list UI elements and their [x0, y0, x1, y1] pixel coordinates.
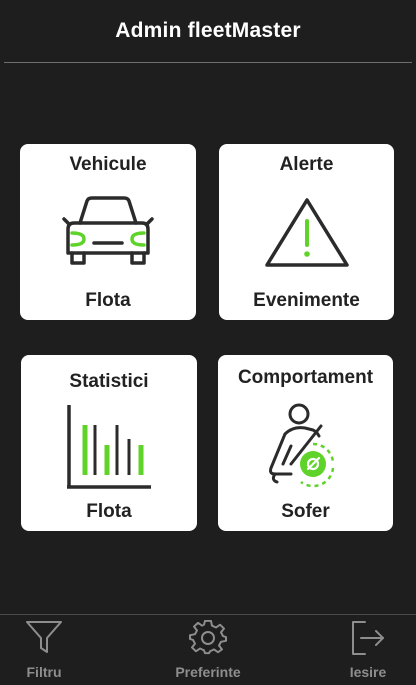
tile-comportament[interactable]: Comportament Sofer: [218, 355, 393, 531]
app-header: Admin fleetMaster: [0, 0, 416, 62]
page-title: Admin fleetMaster: [115, 19, 301, 42]
tile-alerte-title: Alerte: [279, 154, 334, 175]
nav-iesire-button[interactable]: Iesire: [340, 620, 396, 680]
nav-filtru-button[interactable]: Filtru: [18, 620, 70, 680]
nav-iesire-label: Iesire: [349, 664, 387, 680]
nav-preferinte-button[interactable]: Preferinte: [166, 619, 250, 680]
car-icon: [62, 195, 154, 271]
tile-comportament-title: Comportament: [237, 367, 374, 388]
tile-comportament-subtitle: Sofer: [281, 501, 330, 522]
warning-icon: [262, 195, 352, 271]
nav-preferinte-label: Preferinte: [175, 664, 241, 680]
driver-seatbelt-icon: [263, 402, 349, 488]
nav-filtru-label: Filtru: [26, 664, 62, 680]
tile-alerte[interactable]: Alerte Evenimente: [219, 144, 394, 320]
gear-icon: [189, 619, 227, 661]
filter-icon: [25, 620, 63, 661]
bar-chart-icon: [63, 403, 155, 491]
tile-vehicule-title: Vehicule: [69, 154, 147, 175]
tile-statistici-subtitle: Flota: [86, 501, 132, 522]
tile-alerte-subtitle: Evenimente: [253, 290, 360, 311]
tile-statistici[interactable]: Statistici Flota: [21, 355, 197, 531]
logout-icon: [349, 620, 387, 661]
header-divider: [4, 62, 412, 63]
tile-vehicule[interactable]: Vehicule Flota: [20, 144, 196, 320]
tile-statistici-title: Statistici: [69, 371, 149, 392]
bottom-nav: Filtru Preferinte Iesire: [0, 615, 416, 685]
tile-vehicule-subtitle: Flota: [85, 290, 131, 311]
